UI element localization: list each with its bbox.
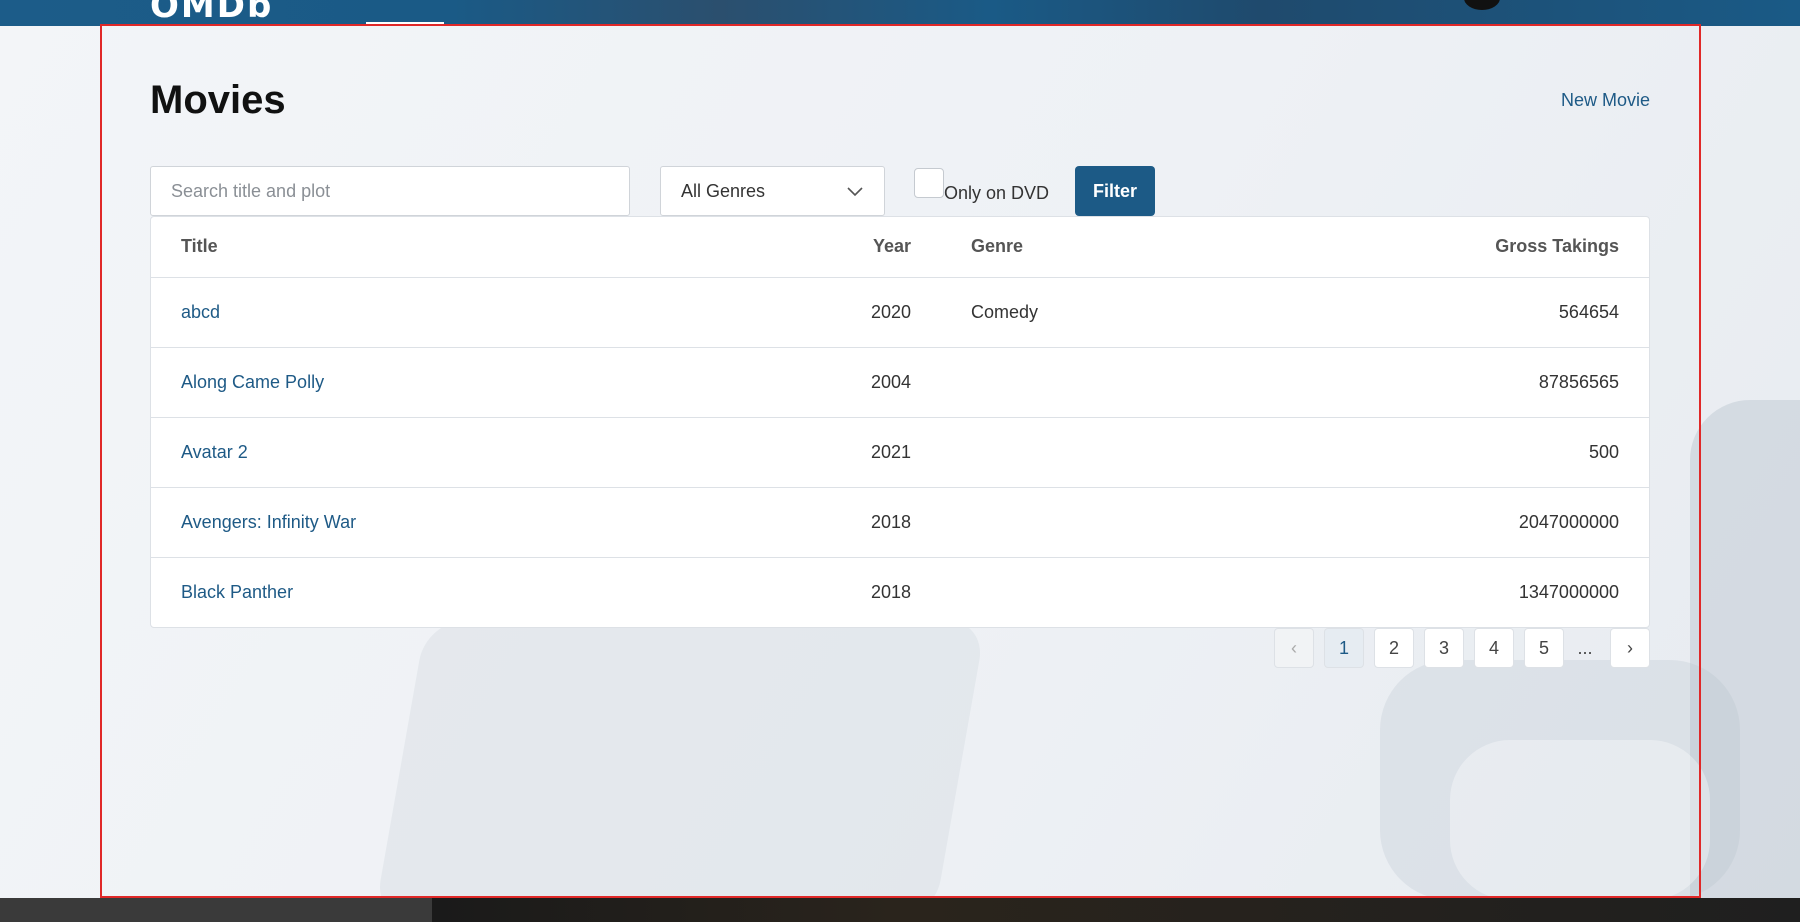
column-header-gross[interactable]: Gross Takings <box>1171 217 1649 278</box>
pagination: ‹ 1 2 3 4 5 ... › <box>1264 628 1650 668</box>
movie-gross: 500 <box>1171 417 1649 488</box>
dvd-filter: Only on DVD <box>914 168 1049 203</box>
movie-gross: 2047000000 <box>1171 487 1649 558</box>
only-on-dvd-label[interactable]: Only on DVD <box>944 183 1049 204</box>
page-button-2[interactable]: 2 <box>1374 628 1414 668</box>
movie-year: 2004 <box>851 347 911 418</box>
avatar[interactable] <box>1464 0 1500 10</box>
column-spacer <box>911 217 971 278</box>
table-row: Avengers: Infinity War 2018 2047000000 <box>151 487 1649 558</box>
search-input[interactable] <box>150 166 630 216</box>
movie-title-link[interactable]: Black Panther <box>181 582 293 602</box>
page-button-5[interactable]: 5 <box>1524 628 1564 668</box>
movie-title-link[interactable]: Avatar 2 <box>181 442 248 462</box>
movie-title-link[interactable]: Along Came Polly <box>181 372 324 392</box>
os-taskbar <box>0 898 1800 922</box>
top-navbar: OMDb <box>0 0 1800 26</box>
table-row: Along Came Polly 2004 87856565 <box>151 347 1649 418</box>
filter-button[interactable]: Filter <box>1075 166 1155 216</box>
genre-select-value: All Genres <box>681 180 766 201</box>
page-button-3[interactable]: 3 <box>1424 628 1464 668</box>
movie-title-link[interactable]: Avengers: Infinity War <box>181 512 356 532</box>
new-movie-link[interactable]: New Movie <box>1561 90 1650 111</box>
column-header-genre[interactable]: Genre <box>971 217 1171 278</box>
page-button-4[interactable]: 4 <box>1474 628 1514 668</box>
site-logo[interactable]: OMDb <box>150 0 310 26</box>
movie-gross: 87856565 <box>1171 347 1649 418</box>
movie-year: 2020 <box>851 277 911 348</box>
movie-genre <box>971 347 1171 418</box>
page-button-1[interactable]: 1 <box>1324 628 1364 668</box>
only-on-dvd-checkbox[interactable] <box>914 168 944 198</box>
background-shape <box>1690 400 1800 920</box>
table-row: abcd 2020 Comedy 564654 <box>151 277 1649 348</box>
movie-year: 2018 <box>851 487 911 558</box>
table-row: Avatar 2 2021 500 <box>151 417 1649 488</box>
movie-title-link[interactable]: abcd <box>181 302 220 322</box>
movie-gross: 1347000000 <box>1518 581 1619 602</box>
movie-year: 2021 <box>851 417 911 488</box>
genre-select[interactable]: All Genres <box>660 166 885 216</box>
movies-table: Title Year Genre Gross Takings abcd 2020… <box>150 216 1650 628</box>
table-header-row: Title Year Genre Gross Takings <box>151 217 1649 278</box>
column-header-year[interactable]: Year <box>851 217 911 278</box>
page-title: Movies <box>150 78 286 122</box>
prev-page-button[interactable]: ‹ <box>1274 628 1314 668</box>
movie-genre <box>971 557 1171 627</box>
next-page-button[interactable]: › <box>1610 628 1650 668</box>
movie-gross: 564654 <box>1171 277 1649 348</box>
chevron-right-icon: › <box>1627 637 1633 658</box>
chevron-down-icon <box>847 187 863 197</box>
movie-genre: Comedy <box>971 277 1171 348</box>
movie-genre <box>971 417 1171 488</box>
table-row: Black Panther 2018 1347000000 <box>151 557 1649 627</box>
chevron-left-icon: ‹ <box>1291 637 1297 658</box>
pagination-ellipsis: ... <box>1577 637 1593 658</box>
movie-year: 2018 <box>870 581 911 602</box>
column-header-title[interactable]: Title <box>151 217 851 278</box>
movie-genre <box>971 487 1171 558</box>
